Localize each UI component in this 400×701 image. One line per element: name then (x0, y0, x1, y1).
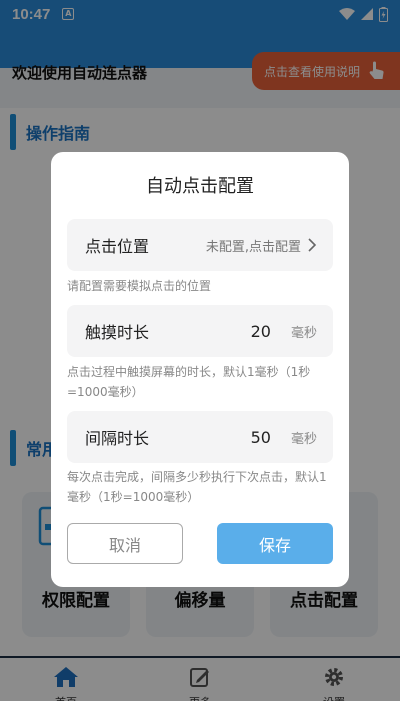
touch-duration-row: 触摸时长 20 毫秒 (67, 305, 333, 357)
click-position-value: 未配置,点击配置 (205, 239, 301, 255)
touch-duration-label: 触摸时长 (85, 323, 150, 342)
interval-unit: 毫秒 (290, 431, 317, 447)
interval-input[interactable]: 50 (221, 428, 271, 447)
click-config-dialog: 自动点击配置 点击位置 未配置,点击配置 请配置需要模拟点击的位置 触摸时长 2… (51, 152, 349, 587)
dialog-title: 自动点击配置 (146, 176, 254, 197)
interval-row: 间隔时长 50 毫秒 (67, 411, 333, 463)
chevron-right-icon (308, 238, 317, 252)
touch-duration-input[interactable]: 20 (221, 322, 271, 341)
click-position-label: 点击位置 (85, 237, 150, 256)
save-button[interactable]: 保存 (217, 523, 333, 564)
interval-hint: 每次点击完成，间隔多少秒执行下次点击，默认1毫秒（1秒=1000毫秒） (67, 470, 327, 504)
cancel-button[interactable]: 取消 (67, 523, 183, 564)
touch-duration-hint: 点击过程中触摸屏幕的时长，默认1毫秒（1秒=1000毫秒） (67, 365, 311, 399)
click-position-hint: 请配置需要模拟点击的位置 (67, 279, 212, 293)
click-position-row[interactable]: 点击位置 未配置,点击配置 (67, 219, 333, 271)
interval-label: 间隔时长 (85, 429, 150, 448)
touch-duration-unit: 毫秒 (290, 325, 317, 341)
